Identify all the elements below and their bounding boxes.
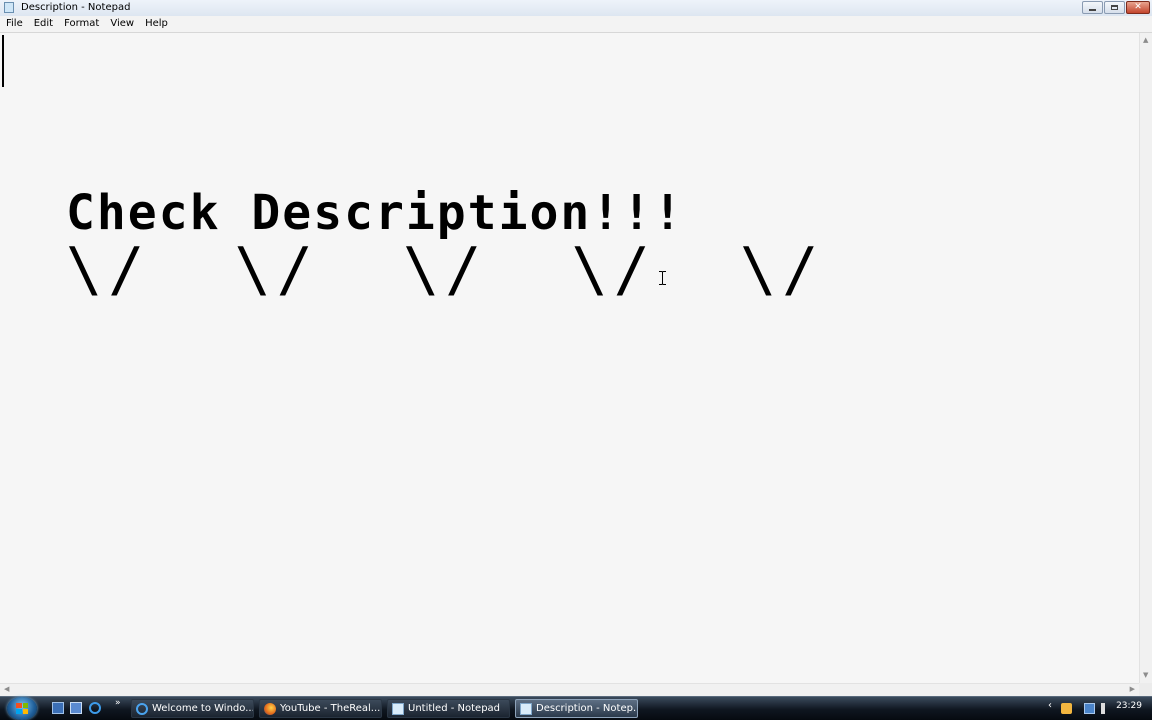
- network-icon[interactable]: [1084, 703, 1095, 714]
- ibeam-cursor-icon: [659, 271, 666, 285]
- scroll-left-icon[interactable]: ◀: [4, 686, 9, 693]
- vertical-scrollbar[interactable]: ▲ ▼: [1139, 33, 1152, 683]
- text-editor[interactable]: Check Description!!! \/ \/ \/ \/ \/: [0, 33, 1139, 683]
- scroll-right-icon[interactable]: ▶: [1130, 686, 1135, 693]
- notepad-icon: [4, 2, 14, 13]
- menu-bar: File Edit Format View Help: [0, 16, 1152, 33]
- scroll-down-icon[interactable]: ▼: [1143, 672, 1148, 679]
- document-line-1: Check Description!!!: [66, 185, 684, 241]
- switch-windows-icon[interactable]: [70, 702, 82, 714]
- menu-view[interactable]: View: [104, 17, 139, 31]
- taskbar-button-label: Description - Notep...: [536, 703, 638, 714]
- scrollbar-corner: [1139, 683, 1152, 696]
- notepad-icon: [392, 702, 404, 715]
- horizontal-scrollbar[interactable]: ◀ ▶: [0, 683, 1139, 696]
- messenger-icon[interactable]: [1061, 703, 1072, 714]
- window-title: Description - Notepad: [21, 2, 131, 13]
- system-tray: ‹ 23:29: [1048, 697, 1152, 720]
- close-button[interactable]: ✕: [1126, 1, 1150, 14]
- taskbar-button-firefox[interactable]: YouTube - TheReal...: [259, 699, 382, 718]
- tray-expand-icon[interactable]: ‹: [1048, 701, 1052, 711]
- scroll-up-icon[interactable]: ▲: [1143, 37, 1148, 44]
- taskbar: » Welcome to Windo... YouTube - TheReal.…: [0, 696, 1152, 720]
- firefox-icon: [264, 702, 276, 715]
- close-icon: ✕: [1134, 2, 1142, 12]
- title-bar[interactable]: Description - Notepad ✕: [0, 0, 1152, 17]
- taskbar-button-untitled-notepad[interactable]: Untitled - Notepad: [387, 699, 510, 718]
- taskbar-button-ie[interactable]: Welcome to Windo...: [131, 699, 254, 718]
- windows-logo-icon: [16, 703, 28, 714]
- taskbar-button-label: Untitled - Notepad: [408, 703, 501, 714]
- ie-quicklaunch-icon[interactable]: [89, 702, 101, 714]
- clock[interactable]: 23:29: [1116, 702, 1142, 711]
- minimize-button[interactable]: [1082, 1, 1103, 14]
- menu-format[interactable]: Format: [58, 17, 104, 31]
- menu-edit[interactable]: Edit: [28, 17, 58, 31]
- notepad-window: Description - Notepad ✕ File Edit Format…: [0, 0, 1152, 696]
- menu-help[interactable]: Help: [139, 17, 173, 31]
- taskbar-button-label: Welcome to Windo...: [152, 703, 254, 714]
- quicklaunch-more-icon[interactable]: »: [115, 699, 121, 708]
- ie-icon: [136, 702, 148, 715]
- restore-icon: [1105, 2, 1124, 13]
- minimize-icon: [1083, 2, 1102, 13]
- notepad-icon: [520, 702, 532, 715]
- maximize-button[interactable]: [1104, 1, 1125, 14]
- taskbar-button-description-notepad[interactable]: Description - Notep...: [515, 699, 638, 718]
- window-controls: ✕: [1082, 1, 1150, 14]
- show-desktop-icon[interactable]: [52, 702, 64, 714]
- menu-file[interactable]: File: [0, 17, 28, 31]
- document-line-2: \/ \/ \/ \/ \/: [66, 235, 825, 305]
- volume-icon[interactable]: [1101, 703, 1112, 714]
- start-button[interactable]: [7, 697, 37, 720]
- text-caret: [2, 35, 4, 87]
- taskbar-button-label: YouTube - TheReal...: [280, 703, 381, 714]
